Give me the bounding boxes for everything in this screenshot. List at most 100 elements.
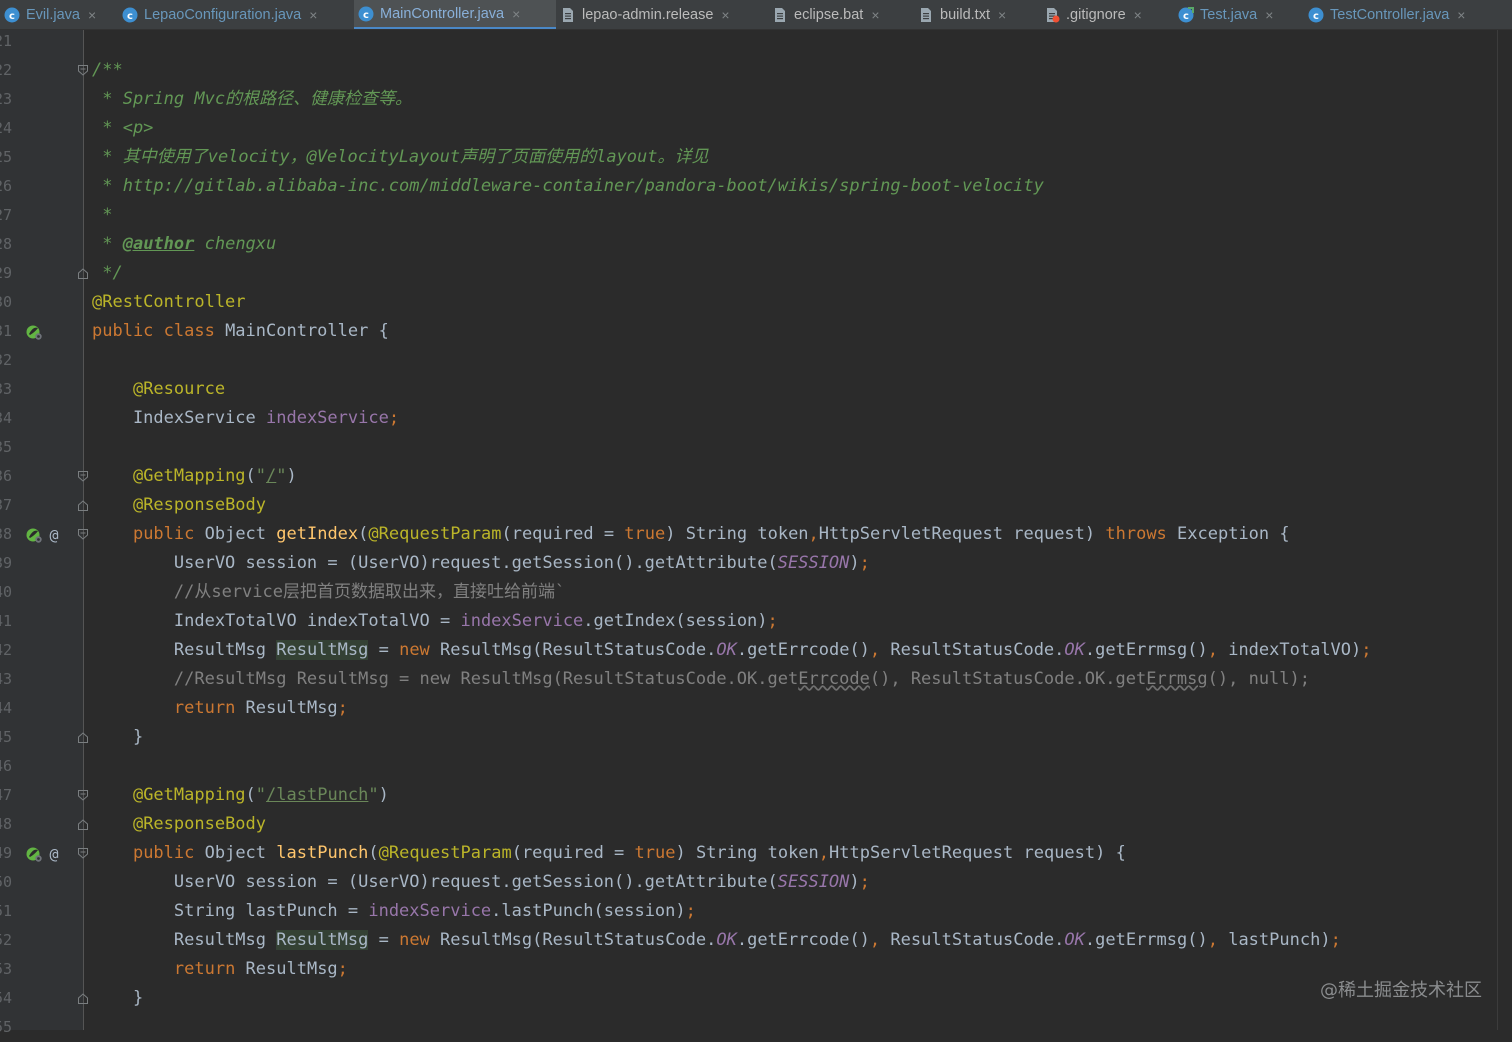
code-line[interactable]: String lastPunch = indexService.lastPunc… (84, 897, 696, 926)
code-line[interactable]: } (84, 723, 143, 752)
code-line[interactable]: UserVO session = (UserVO)request.getSess… (84, 868, 870, 897)
code-line[interactable] (84, 433, 92, 462)
code-token: SESSION (777, 872, 850, 892)
code-line[interactable]: public class MainController { (84, 317, 389, 346)
code-line[interactable]: public Object lastPunch(@RequestParam(re… (84, 839, 1126, 868)
java-class-icon: c (358, 6, 374, 22)
fold-end-icon[interactable] (76, 810, 89, 839)
code-token: ResultMsg (276, 930, 369, 950)
tab-gitignore[interactable]: .gitignore × (1040, 0, 1174, 29)
close-tab-icon[interactable]: × (721, 7, 729, 23)
spring-bean-icon[interactable] (25, 317, 43, 346)
code-token: " (368, 785, 379, 805)
tab-testcontroller-java[interactable]: c TestController.java × (1304, 0, 1512, 29)
code-token: true (624, 524, 666, 544)
code-token: * <p> (92, 118, 154, 138)
fold-collapse-icon[interactable] (76, 56, 89, 85)
right-margin-guide (1497, 30, 1498, 1030)
close-tab-icon[interactable]: × (512, 6, 520, 22)
code-line[interactable]: ResultMsg ResultMsg = new ResultMsg(Resu… (84, 636, 1372, 665)
code-line[interactable]: * <p> (84, 114, 153, 143)
close-tab-icon[interactable]: × (998, 7, 1006, 23)
code-line[interactable]: IndexService indexService; (84, 404, 399, 433)
line-number: 31 (0, 322, 13, 340)
tab-lepao-admin-release[interactable]: lepao-admin.release × (556, 0, 768, 29)
fold-collapse-icon[interactable] (76, 781, 89, 810)
code-token: = (368, 640, 400, 660)
code-line[interactable]: //从service层把首页数据取出来，直接吐给前端` (84, 578, 565, 607)
code-line[interactable]: @GetMapping("/") (84, 462, 297, 491)
git-file-icon (1044, 7, 1060, 23)
code-line[interactable]: public Object getIndex(@RequestParam(req… (84, 520, 1290, 549)
code-line[interactable]: */ (84, 259, 122, 288)
code-line[interactable]: * http://gitlab.alibaba-inc.com/middlewa… (84, 172, 1044, 201)
code-line[interactable]: //ResultMsg ResultMsg = new ResultMsg(Re… (84, 665, 1310, 694)
code-line[interactable]: @Resource (84, 375, 225, 404)
close-tab-icon[interactable]: × (871, 7, 879, 23)
code-token: UserVO session = (UserVO)request.getSess… (92, 553, 778, 573)
tab-build-txt[interactable]: build.txt × (914, 0, 1040, 29)
fold-end-icon[interactable] (76, 723, 89, 752)
fold-collapse-icon[interactable] (76, 462, 89, 491)
spring-bean-icon[interactable] (25, 839, 43, 868)
code-token: OK (1064, 640, 1085, 660)
tab-test-java[interactable]: c Test.java × (1174, 0, 1304, 29)
code-line[interactable]: @ResponseBody (84, 810, 266, 839)
svg-text:c: c (363, 10, 369, 21)
mapping-at-icon[interactable]: @ (46, 520, 62, 549)
code-line[interactable]: * @author chengxu (84, 230, 276, 259)
java-class-icon: c (1178, 7, 1194, 23)
code-editor[interactable]: 21 22 23 24 25 26 27 28 29 30 31 32 33 34 35 36 37 38 @39 4… (0, 30, 1512, 1036)
code-token: ; (767, 611, 778, 631)
code-token: IndexTotalVO indexTotalVO = (92, 611, 461, 631)
code-line[interactable] (84, 1013, 92, 1030)
fold-collapse-icon[interactable] (76, 839, 89, 868)
close-tab-icon[interactable]: × (1134, 7, 1142, 23)
code-line[interactable]: ResultMsg ResultMsg = new ResultMsg(Resu… (84, 926, 1341, 955)
code-line[interactable]: @GetMapping("/lastPunch") (84, 781, 389, 810)
code-area[interactable]: /** * Spring Mvc的根路径、健康检查等。 * <p> * 其中使用… (84, 30, 1512, 1030)
code-line[interactable]: * Spring Mvc的根路径、健康检查等。 (84, 85, 412, 114)
code-line[interactable]: return ResultMsg; (84, 694, 348, 723)
code-line[interactable]: UserVO session = (UserVO)request.getSess… (84, 549, 870, 578)
code-line[interactable] (84, 30, 92, 56)
tab-eclipse-bat[interactable]: eclipse.bat × (768, 0, 914, 29)
code-token: ResultMsg (92, 930, 277, 950)
line-number: 45 (0, 728, 13, 746)
line-number: 34 (0, 409, 13, 427)
close-tab-icon[interactable]: × (1457, 7, 1465, 23)
fold-collapse-icon[interactable] (76, 520, 89, 549)
code-token: * 其中使用了velocity，@VelocityLayout声明了页面使用的l… (92, 147, 709, 167)
fold-end-icon[interactable] (76, 259, 89, 288)
code-line[interactable]: /** (84, 56, 123, 85)
code-token: @author (122, 234, 195, 254)
code-line[interactable] (84, 752, 92, 781)
tab-label: build.txt (940, 7, 990, 23)
fold-end-icon[interactable] (76, 984, 89, 1013)
tab-maincontroller-java[interactable]: c MainController.java × (354, 0, 556, 29)
spring-bean-icon[interactable] (25, 520, 43, 549)
code-token: , (1207, 640, 1229, 660)
code-token: chengxu (194, 234, 277, 254)
code-token: " (255, 785, 267, 805)
close-tab-icon[interactable]: × (309, 7, 317, 23)
tab-evil-java[interactable]: c Evil.java × (0, 0, 118, 29)
line-number: 48 (0, 815, 13, 833)
code-line[interactable] (84, 346, 92, 375)
code-line[interactable]: @ResponseBody (84, 491, 266, 520)
code-line[interactable]: * 其中使用了velocity，@VelocityLayout声明了页面使用的l… (84, 143, 709, 172)
tab-label: MainController.java (380, 5, 505, 22)
code-line[interactable]: return ResultMsg; (84, 955, 348, 984)
code-token: lastPunch) (1228, 930, 1331, 950)
code-token: .lastPunch(session) (491, 901, 686, 921)
code-token: lastPunch (276, 843, 369, 863)
close-tab-icon[interactable]: × (1265, 7, 1273, 23)
close-tab-icon[interactable]: × (88, 7, 96, 23)
code-line[interactable]: @RestController (84, 288, 246, 317)
tab-lepaoconfiguration-java[interactable]: c LepaoConfiguration.java × (118, 0, 354, 29)
code-line[interactable]: } (84, 984, 143, 1013)
mapping-at-icon[interactable]: @ (46, 839, 62, 868)
code-line[interactable]: IndexTotalVO indexTotalVO = indexService… (84, 607, 778, 636)
fold-end-icon[interactable] (76, 491, 89, 520)
code-line[interactable]: * (84, 201, 112, 230)
